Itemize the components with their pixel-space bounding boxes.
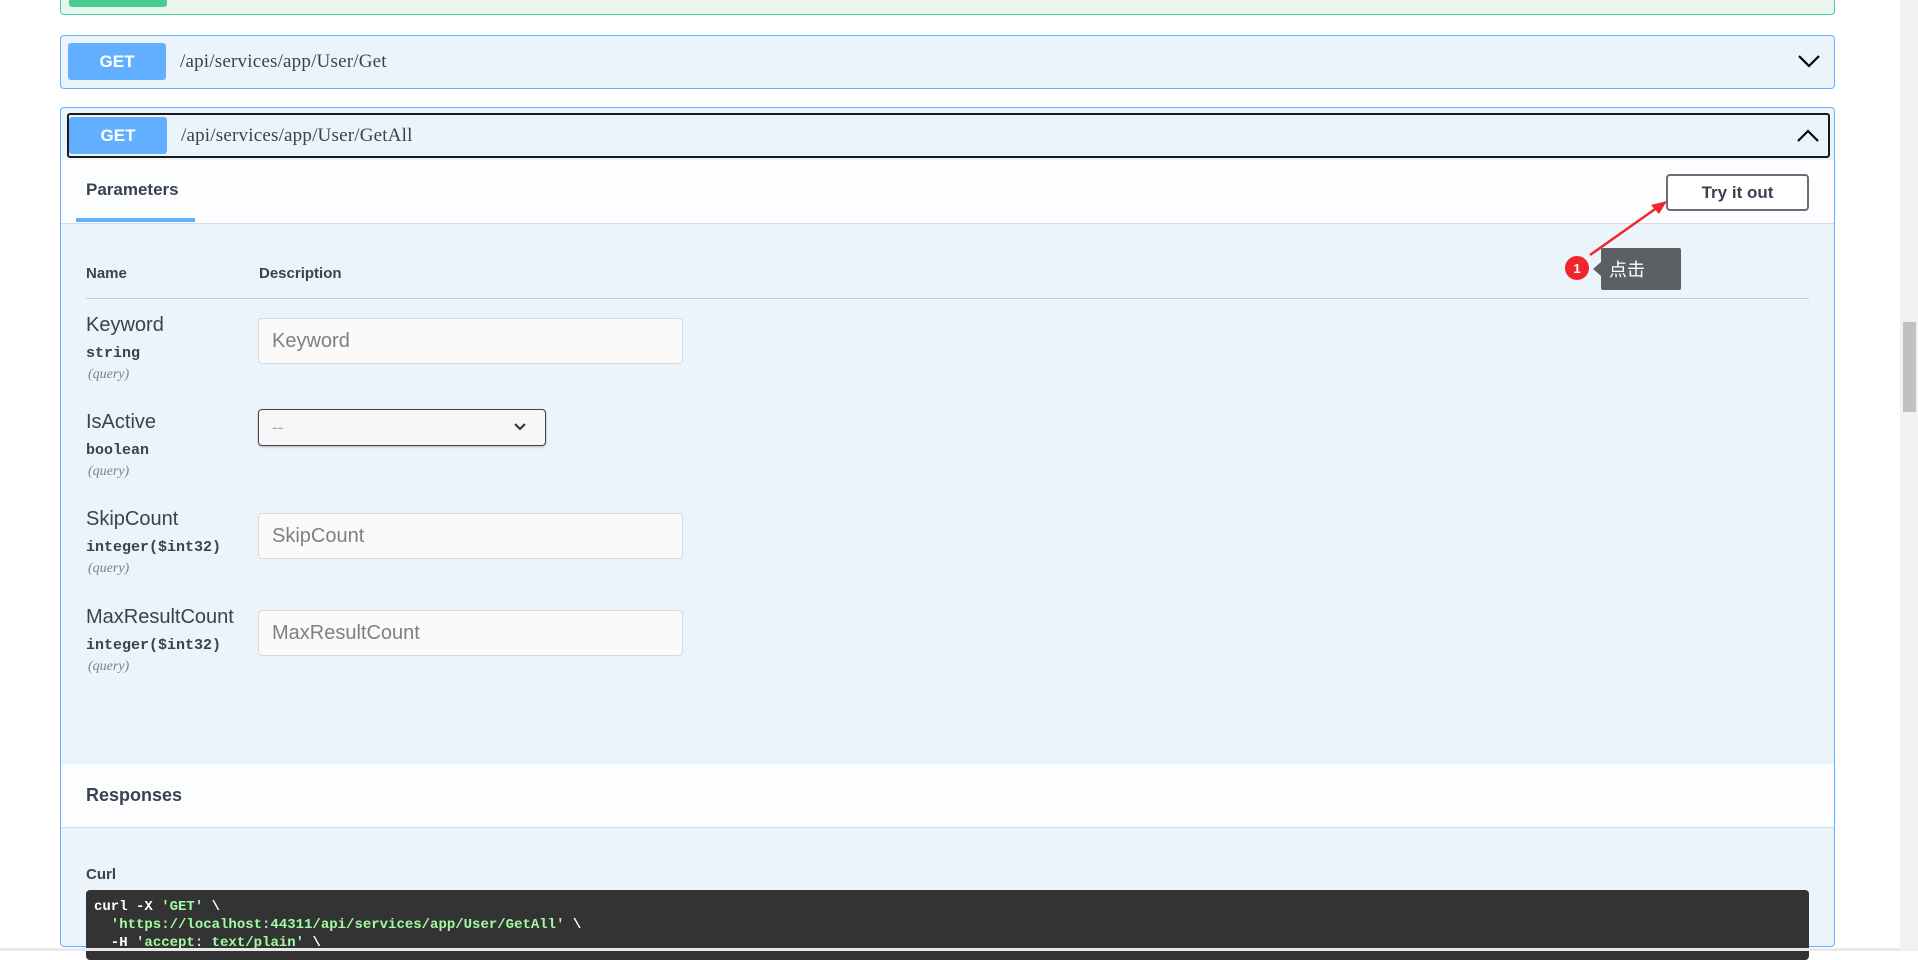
keyword-input[interactable]: Keyword	[258, 318, 683, 364]
chevron-up-icon[interactable]	[1796, 126, 1820, 146]
select-value: --	[272, 417, 284, 437]
column-header-name: Name	[86, 265, 127, 282]
chevron-down-icon	[514, 423, 526, 431]
annotation-number-badge: 1	[1565, 256, 1589, 280]
column-header-description: Description	[259, 265, 342, 282]
scrollbar-thumb[interactable]	[1903, 322, 1916, 412]
operation-summary-get-user[interactable]: GET /api/services/app/User/Get	[67, 39, 1830, 84]
try-it-out-button[interactable]: Try it out	[1666, 174, 1809, 211]
responses-header	[61, 764, 1834, 828]
annotation-tooltip: 点击	[1593, 248, 1681, 290]
param-location: (query)	[88, 561, 130, 576]
tab-parameters[interactable]: Parameters	[86, 180, 179, 200]
maxresultcount-input[interactable]: MaxResultCount	[258, 610, 683, 656]
table-header-divider	[86, 298, 1809, 299]
tab-active-indicator	[76, 218, 195, 222]
isactive-select[interactable]: --	[258, 409, 546, 446]
param-name: MaxResultCount	[86, 606, 234, 628]
parameters-header	[61, 160, 1834, 224]
param-location: (query)	[88, 659, 130, 674]
curl-label: Curl	[86, 866, 116, 883]
previous-method-badge	[69, 0, 167, 7]
method-badge: GET	[68, 43, 166, 80]
scrollbar-track[interactable]	[1900, 0, 1918, 951]
param-location: (query)	[88, 464, 130, 479]
skipcount-input[interactable]: SkipCount	[258, 513, 683, 559]
param-type: integer($int32)	[86, 539, 222, 556]
method-badge: GET	[69, 117, 167, 154]
param-name: IsActive	[86, 411, 157, 433]
previous-operation-block[interactable]	[60, 0, 1835, 15]
param-location: (query)	[88, 367, 130, 382]
param-type: string	[86, 345, 141, 362]
operation-path: /api/services/app/User/GetAll	[181, 124, 413, 146]
operation-summary-get-all-users[interactable]: GET /api/services/app/User/GetAll	[67, 113, 1830, 158]
param-type: boolean	[86, 442, 150, 459]
param-name: SkipCount	[86, 508, 179, 530]
chevron-down-icon[interactable]	[1797, 51, 1821, 71]
operation-path: /api/services/app/User/Get	[180, 50, 387, 72]
param-name: Keyword	[86, 314, 164, 336]
responses-title: Responses	[86, 785, 183, 805]
param-type: integer($int32)	[86, 637, 222, 654]
